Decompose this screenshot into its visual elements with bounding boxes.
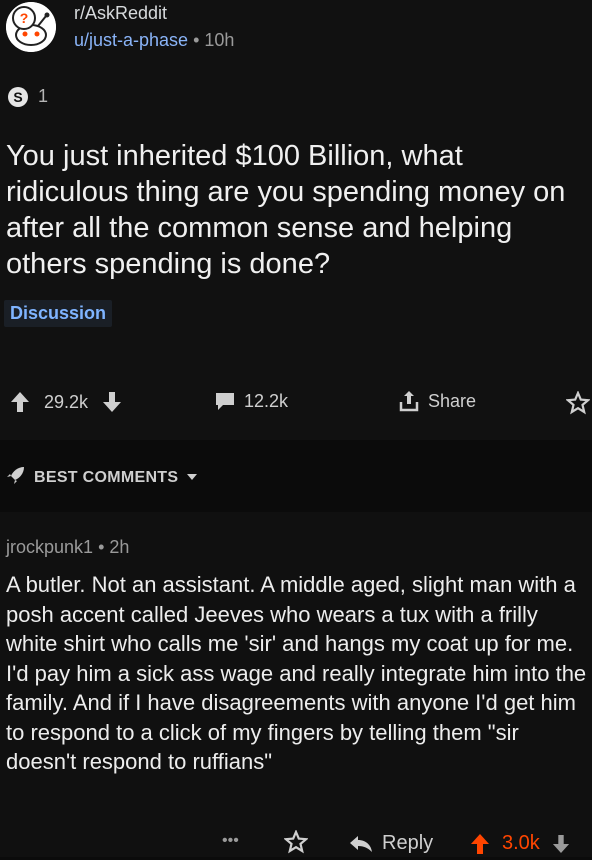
comment-score: 3.0k xyxy=(502,832,540,854)
comment-bubble-icon xyxy=(214,392,236,412)
rocket-icon xyxy=(6,465,26,490)
comment-award-button[interactable] xyxy=(284,830,308,854)
comment-vote-group: 3.0k xyxy=(470,832,570,855)
comment-time: • 2h xyxy=(98,537,130,557)
comment-author[interactable]: jrockpunk1 xyxy=(6,537,93,557)
vote-group: 29.2k xyxy=(10,391,122,413)
reply-arrow-icon xyxy=(348,834,374,854)
more-options-button[interactable]: ••• xyxy=(222,832,239,850)
share-button[interactable]: Share xyxy=(398,389,476,413)
post-comment-count: 12.2k xyxy=(244,391,289,411)
comment-author-line: jrockpunk1 • 2h xyxy=(6,537,129,558)
comment-action-bar: ••• Reply 3.0k xyxy=(0,830,592,860)
comment-sort-label: BEST COMMENTS xyxy=(34,468,179,486)
svg-text:?: ? xyxy=(20,10,29,26)
downvote-icon[interactable] xyxy=(102,391,122,413)
award-button[interactable] xyxy=(566,391,590,415)
comments-button[interactable]: 12.2k xyxy=(214,391,288,412)
comment-sort-dropdown[interactable]: BEST COMMENTS xyxy=(6,465,198,490)
upvote-icon[interactable] xyxy=(10,391,30,413)
reply-button[interactable]: Reply xyxy=(348,832,433,855)
award-star-icon xyxy=(566,391,590,415)
post-author-line: u/just-a-phase • 10h xyxy=(74,30,234,51)
reply-label: Reply xyxy=(382,832,434,854)
post-card: ? r/AskReddit u/just-a-phase • 10h S 1 Y… xyxy=(0,0,592,440)
post-action-bar: 29.2k 12.2k Share xyxy=(0,386,592,422)
post-flair[interactable]: Discussion xyxy=(4,300,113,327)
downvote-icon[interactable] xyxy=(552,833,570,855)
post-upvote-count: 29.2k xyxy=(44,391,89,412)
award-row[interactable]: S 1 xyxy=(8,86,48,107)
silver-award-icon: S xyxy=(8,86,28,107)
post-title[interactable]: You just inherited $100 Billion, what ri… xyxy=(6,138,588,282)
share-label: Share xyxy=(428,390,477,411)
post-time: • 10h xyxy=(193,30,235,50)
award-count: 1 xyxy=(38,86,49,106)
subreddit-avatar[interactable]: ? xyxy=(6,2,56,52)
share-icon xyxy=(398,389,420,413)
upvote-icon[interactable] xyxy=(470,833,490,855)
more-options-icon: ••• xyxy=(222,832,239,849)
subreddit-name[interactable]: r/AskReddit xyxy=(74,3,167,24)
post-author[interactable]: u/just-a-phase xyxy=(74,30,188,50)
chevron-down-icon xyxy=(186,469,198,487)
comment-card: jrockpunk1 • 2h A butler. Not an assista… xyxy=(0,512,592,857)
award-star-icon xyxy=(284,830,308,854)
comment-body: A butler. Not an assistant. A middle age… xyxy=(6,572,587,774)
